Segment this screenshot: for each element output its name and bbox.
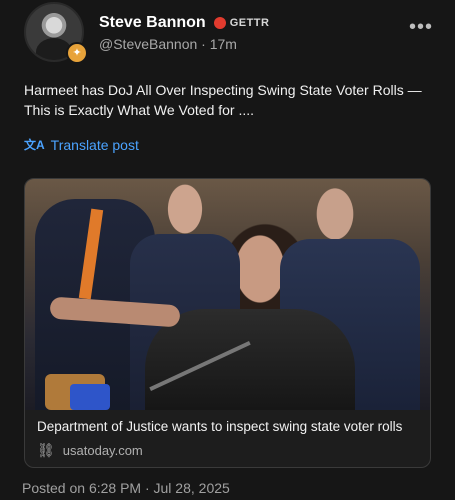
link-icon: ⛓ [37,442,55,458]
image-figure [70,384,110,410]
handle-line: @SteveBannon · 17m [99,36,237,52]
card-image[interactable] [25,179,430,410]
image-figure [145,309,355,410]
time-ago: 17m [209,36,237,52]
more-horizontal-icon[interactable]: ••• [409,16,433,39]
card-source: ⛓ usatoday.com [37,442,143,459]
post-header: ✦ Steve Bannon GETTR @SteveBannon · 17m … [24,2,455,66]
translate-button[interactable]: 文A Translate post [24,136,139,153]
avatar-container[interactable]: ✦ [24,2,88,64]
card-caption: Department of Justice wants to inspect s… [37,419,403,434]
translate-icon: 文A [24,138,45,152]
separator-dot: · [201,36,206,52]
post-text: Harmeet has DoJ All Over Inspecting Swin… [24,82,422,118]
author-name-line: Steve Bannon GETTR [99,14,269,32]
verified-badge-icon: ✦ [66,42,88,64]
link-preview-card[interactable]: Department of Justice wants to inspect s… [24,178,431,468]
translate-label: Translate post [50,136,139,153]
card-source-domain: usatoday.com [62,443,143,458]
gettr-logo-icon [213,17,226,29]
author-handle[interactable]: @SteveBannon [99,36,197,52]
platform-label: GETTR [229,17,270,29]
author-name[interactable]: Steve Bannon [99,14,206,32]
posted-timestamp: Posted on 6:28 PM · Jul 28, 2025 [22,480,230,496]
